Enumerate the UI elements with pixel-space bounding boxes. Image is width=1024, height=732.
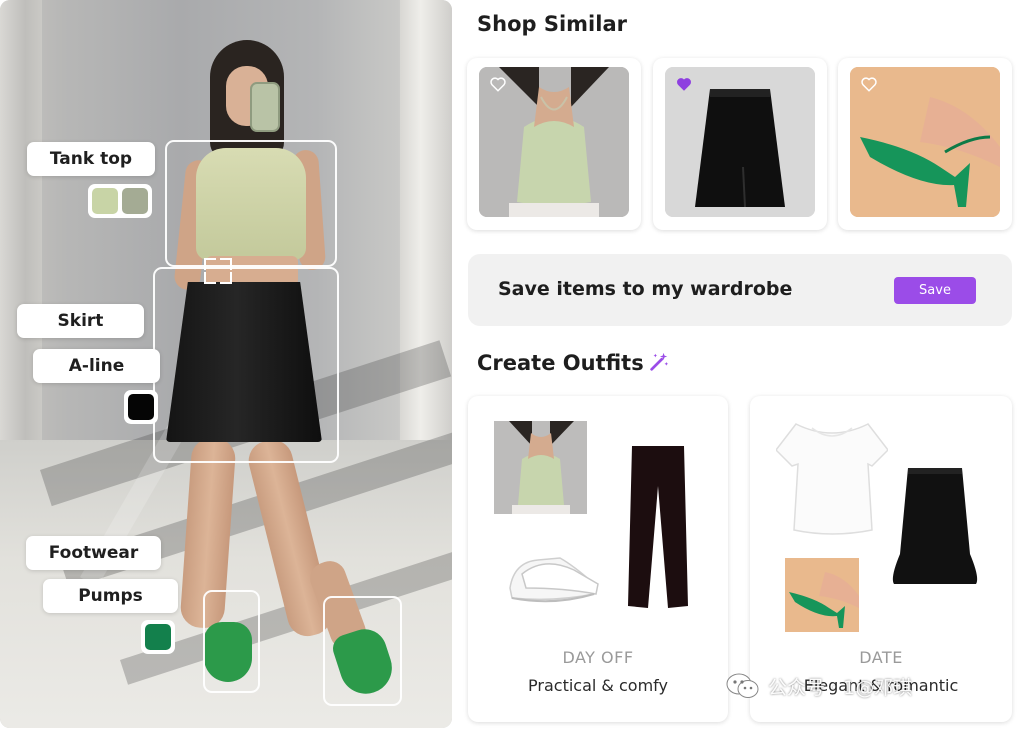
outfit-item-green-heels [785, 558, 859, 632]
focus-corner-icon [204, 272, 216, 284]
heart-filled-icon[interactable] [675, 75, 693, 93]
footwear-swatches [141, 620, 175, 654]
watermark-text: 公众号 · 1@邓琪 [768, 676, 913, 699]
outfit-card-day-off[interactable]: DAY OFF Practical & comfy [468, 396, 728, 722]
watermark: 公众号 · 1@邓琪 [726, 672, 912, 700]
product-image-black-skirt[interactable] [665, 67, 815, 217]
outfit-description: Practical & comfy [528, 676, 668, 695]
color-swatch[interactable] [122, 188, 148, 214]
outfit-photo: Tank top Skirt A-line Footwear Pumps [0, 0, 452, 728]
phone [250, 82, 280, 132]
color-swatch[interactable] [128, 394, 154, 420]
magic-wand-icon [650, 352, 669, 371]
tag-a-line[interactable]: A-line [33, 349, 160, 383]
product-card-green-heels[interactable] [838, 58, 1012, 230]
outfit-category: DATE [859, 648, 903, 667]
heart-outline-icon[interactable] [489, 75, 507, 93]
product-card-black-skirt[interactable] [653, 58, 827, 230]
outfit-item-tank-top [494, 421, 587, 514]
create-outfits-title: Create Outfits [477, 351, 644, 375]
outfit-item-sneakers [509, 557, 599, 603]
skirt-swatches [124, 390, 158, 424]
save-to-wardrobe-text: Save items to my wardrobe [498, 278, 793, 300]
save-to-wardrobe-bar: Save items to my wardrobe Save [468, 254, 1012, 326]
save-button[interactable]: Save [894, 277, 976, 304]
color-swatch[interactable] [92, 188, 118, 214]
outfit-category: DAY OFF [562, 648, 634, 667]
product-image-green-heels[interactable] [850, 67, 1000, 217]
right-shoe-detection-box[interactable] [323, 596, 402, 706]
heart-outline-icon[interactable] [860, 75, 878, 93]
skirt-detection-box[interactable] [153, 267, 339, 463]
focus-corner-icon [204, 258, 216, 270]
tank-top-swatches [88, 184, 152, 218]
tank-top-detection-box[interactable] [165, 140, 337, 267]
tag-tank-top[interactable]: Tank top [27, 142, 155, 176]
outfit-item-mermaid-skirt [892, 468, 978, 584]
tag-skirt[interactable]: Skirt [17, 304, 144, 338]
wechat-icon [726, 673, 759, 698]
color-swatch[interactable] [145, 624, 171, 650]
tag-pumps[interactable]: Pumps [43, 579, 178, 613]
product-card-tank-top[interactable] [467, 58, 641, 230]
outfit-item-trousers [628, 446, 688, 608]
product-image-tank-top[interactable] [479, 67, 629, 217]
focus-corner-icon [220, 258, 232, 270]
shop-similar-title: Shop Similar [477, 12, 627, 36]
left-shoe-detection-box[interactable] [203, 590, 260, 693]
outfit-item-blouse [776, 423, 888, 535]
tag-footwear[interactable]: Footwear [26, 536, 161, 570]
focus-corner-icon [220, 272, 232, 284]
